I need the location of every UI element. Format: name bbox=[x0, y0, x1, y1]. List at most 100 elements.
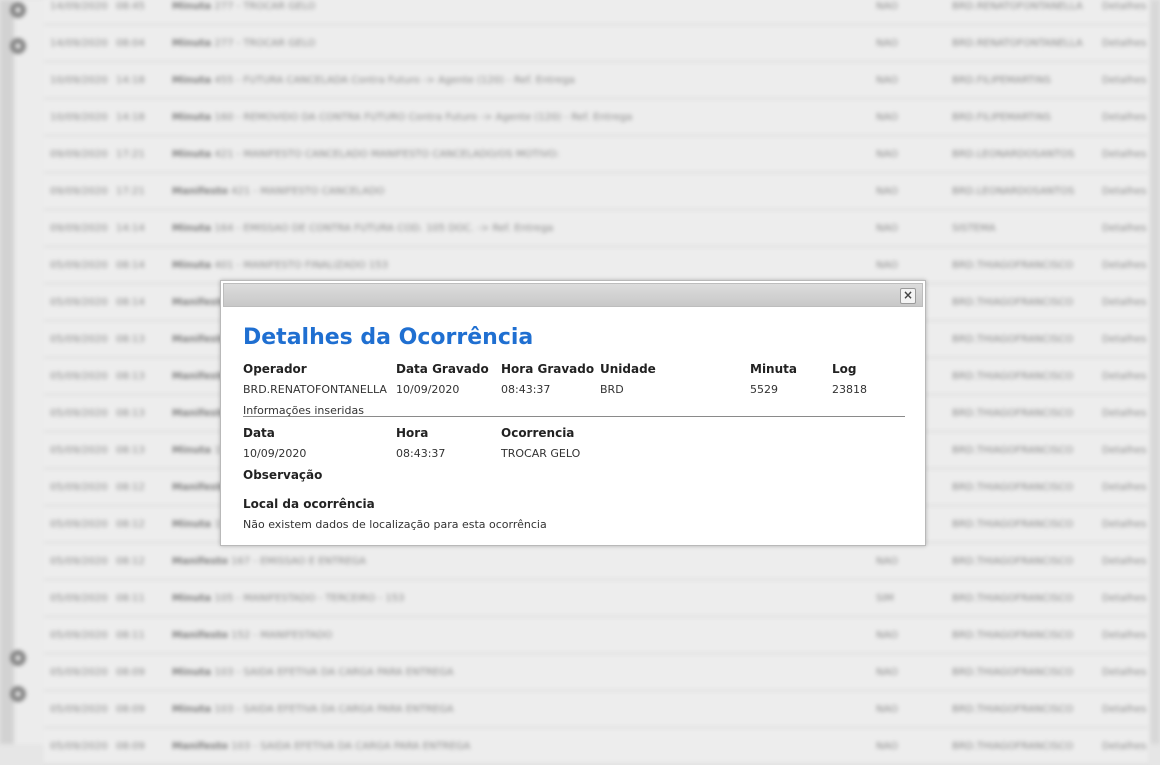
label-hora: Hora bbox=[396, 426, 429, 440]
table-row[interactable]: 05/09/2020 08:14 NAO BRD.THIAGOFRANCISCO Det… bbox=[44, 247, 1148, 284]
row-details-link[interactable]: Detalhes bbox=[1102, 334, 1146, 345]
close-button[interactable]: × bbox=[900, 288, 916, 304]
row-kind: Minuta bbox=[172, 1, 212, 12]
row-date: 05/09/2020 bbox=[50, 630, 108, 641]
value-minuta: 5529 bbox=[750, 383, 778, 396]
row-details-link[interactable]: Detalhes bbox=[1102, 75, 1146, 86]
row-details-link[interactable]: Detalhes bbox=[1102, 741, 1146, 752]
value-ocorrencia: TROCAR GELO bbox=[501, 447, 581, 460]
row-time: 08:11 bbox=[116, 630, 145, 641]
row-details-link[interactable]: Detalhes bbox=[1102, 112, 1146, 123]
row-details-link[interactable]: Detalhes bbox=[1102, 667, 1146, 678]
row-description: Minuta 160 - REMOVIDO DA CONTRA FUTURO C… bbox=[172, 112, 632, 123]
row-details-link[interactable]: Detalhes bbox=[1102, 445, 1146, 456]
row-flag: SIM bbox=[876, 593, 894, 604]
row-date: 05/09/2020 bbox=[50, 704, 108, 715]
gear-icon[interactable] bbox=[10, 650, 26, 666]
row-user: BRD.FILIPEMARTINS bbox=[952, 112, 1051, 123]
label-local: Local da ocorrência bbox=[243, 497, 375, 511]
row-date: 09/09/2020 bbox=[50, 186, 108, 197]
row-details-link[interactable]: Detalhes bbox=[1102, 408, 1146, 419]
left-rail bbox=[0, 0, 14, 744]
row-description: Minuta 105 - MANIFESTADO - TERCEIRO - 15… bbox=[172, 593, 404, 604]
table-row[interactable]: 05/09/2020 08:11 SIM BRD.THIAGOFRANCISCO Det… bbox=[44, 580, 1148, 617]
row-details-link[interactable]: Detalhes bbox=[1102, 482, 1146, 493]
row-details-link[interactable]: Detalhes bbox=[1102, 593, 1146, 604]
row-details-link[interactable]: Detalhes bbox=[1102, 630, 1146, 641]
row-desc-text: 277 - TROCAR GELO bbox=[214, 38, 316, 49]
table-row[interactable]: 14/09/2020 08:04 NAO BRD.RENATOFONTANELLA De… bbox=[44, 25, 1148, 62]
row-user: BRD.THIAGOFRANCISCO bbox=[952, 519, 1074, 530]
row-date: 05/09/2020 bbox=[50, 482, 108, 493]
row-time: 08:13 bbox=[116, 445, 145, 456]
row-kind: Minuta bbox=[172, 445, 212, 456]
row-kind: Minuta bbox=[172, 519, 212, 530]
row-details-link[interactable]: Detalhes bbox=[1102, 38, 1146, 49]
row-user: SISTEMA bbox=[952, 223, 996, 234]
table-row[interactable]: 10/09/2020 14:18 NAO BRD.FILIPEMARTINS Detal… bbox=[44, 99, 1148, 136]
row-date: 05/09/2020 bbox=[50, 593, 108, 604]
row-time: 17:21 bbox=[116, 186, 145, 197]
row-kind: Minuta bbox=[172, 75, 212, 86]
value-hora-gravado: 08:43:37 bbox=[501, 383, 551, 396]
row-kind: Minuta bbox=[172, 260, 212, 271]
table-row[interactable]: 05/09/2020 08:09 NAO BRD.THIAGOFRANCISCO Det… bbox=[44, 728, 1148, 765]
row-details-link[interactable]: Detalhes bbox=[1102, 704, 1146, 715]
gear-icon[interactable] bbox=[10, 2, 26, 18]
row-time: 08:11 bbox=[116, 593, 145, 604]
row-description: Minuta 277 - TROCAR GELO bbox=[172, 1, 315, 12]
value-data-gravado: 10/09/2020 bbox=[396, 383, 460, 396]
row-time: 08:13 bbox=[116, 334, 145, 345]
row-date: 05/09/2020 bbox=[50, 741, 108, 752]
row-details-link[interactable]: Detalhes bbox=[1102, 556, 1146, 567]
row-user: BRD.THIAGOFRANCISCO bbox=[952, 741, 1074, 752]
row-date: 09/09/2020 bbox=[50, 149, 108, 160]
row-date: 14/09/2020 bbox=[50, 1, 108, 12]
row-user: BRD.LEONARDOSANTOS bbox=[952, 149, 1075, 160]
row-time: 08:12 bbox=[116, 556, 145, 567]
row-details-link[interactable]: Detalhes bbox=[1102, 149, 1146, 160]
table-row[interactable]: 14/09/2020 08:45 NAO BRD.RENATOFONTANELLA De… bbox=[44, 0, 1148, 25]
row-kind: Manifesto bbox=[172, 630, 228, 641]
dialog-titlebar[interactable]: × bbox=[223, 283, 923, 307]
row-time: 14:14 bbox=[116, 223, 145, 234]
row-flag: NAO bbox=[876, 186, 899, 197]
table-row[interactable]: 05/09/2020 08:12 NAO BRD.THIAGOFRANCISCO Det… bbox=[44, 543, 1148, 580]
table-row[interactable]: 05/09/2020 08:09 NAO BRD.THIAGOFRANCISCO Det… bbox=[44, 691, 1148, 728]
row-time: 08:13 bbox=[116, 408, 145, 419]
row-details-link[interactable]: Detalhes bbox=[1102, 1, 1146, 12]
row-details-link[interactable]: Detalhes bbox=[1102, 297, 1146, 308]
row-description: Minuta 103 - SAIDA EFETIVA DA CARGA PARA… bbox=[172, 704, 454, 715]
row-date: 05/09/2020 bbox=[50, 260, 108, 271]
gear-icon[interactable] bbox=[10, 686, 26, 702]
table-row[interactable]: 05/09/2020 08:09 NAO BRD.THIAGOFRANCISCO Det… bbox=[44, 654, 1148, 691]
row-user: BRD.THIAGOFRANCISCO bbox=[952, 297, 1074, 308]
row-flag: NAO bbox=[876, 704, 899, 715]
row-details-link[interactable]: Detalhes bbox=[1102, 519, 1146, 530]
row-user: BRD.THIAGOFRANCISCO bbox=[952, 593, 1074, 604]
row-description: Manifesto 152 - MANIFESTADO bbox=[172, 630, 332, 641]
row-description: Minuta 164 - EMISSAO DE CONTRA FUTURA CO… bbox=[172, 223, 553, 234]
row-desc-text: 277 - TROCAR GELO bbox=[214, 1, 316, 12]
row-details-link[interactable]: Detalhes bbox=[1102, 186, 1146, 197]
row-time: 14:18 bbox=[116, 75, 145, 86]
row-details-link[interactable]: Detalhes bbox=[1102, 260, 1146, 271]
row-desc-text: 103 - SAIDA EFETIVA DA CARGA PARA ENTREG… bbox=[214, 667, 454, 678]
row-time: 08:45 bbox=[116, 1, 145, 12]
row-details-link[interactable]: Detalhes bbox=[1102, 371, 1146, 382]
table-row[interactable]: 05/09/2020 08:11 NAO BRD.THIAGOFRANCISCO Det… bbox=[44, 617, 1148, 654]
gear-icon[interactable] bbox=[10, 38, 26, 54]
row-details-link[interactable]: Detalhes bbox=[1102, 223, 1146, 234]
table-row[interactable]: 09/09/2020 14:14 NAO SISTEMA Detalhes Minuta … bbox=[44, 210, 1148, 247]
row-kind: Minuta bbox=[172, 704, 212, 715]
table-row[interactable]: 09/09/2020 17:21 NAO BRD.LEONARDOSANTOS Deta… bbox=[44, 136, 1148, 173]
row-user: BRD.THIAGOFRANCISCO bbox=[952, 445, 1074, 456]
label-unidade: Unidade bbox=[600, 362, 656, 376]
dialog-title: Detalhes da Ocorrência bbox=[243, 325, 534, 350]
row-user: BRD.THIAGOFRANCISCO bbox=[952, 630, 1074, 641]
row-time: 14:18 bbox=[116, 112, 145, 123]
row-date: 05/09/2020 bbox=[50, 445, 108, 456]
table-row[interactable]: 10/09/2020 14:18 NAO BRD.FILIPEMARTINS Detal… bbox=[44, 62, 1148, 99]
right-scrollbar[interactable] bbox=[1150, 0, 1160, 744]
table-row[interactable]: 09/09/2020 17:21 NAO BRD.LEONARDOSANTOS Deta… bbox=[44, 173, 1148, 210]
